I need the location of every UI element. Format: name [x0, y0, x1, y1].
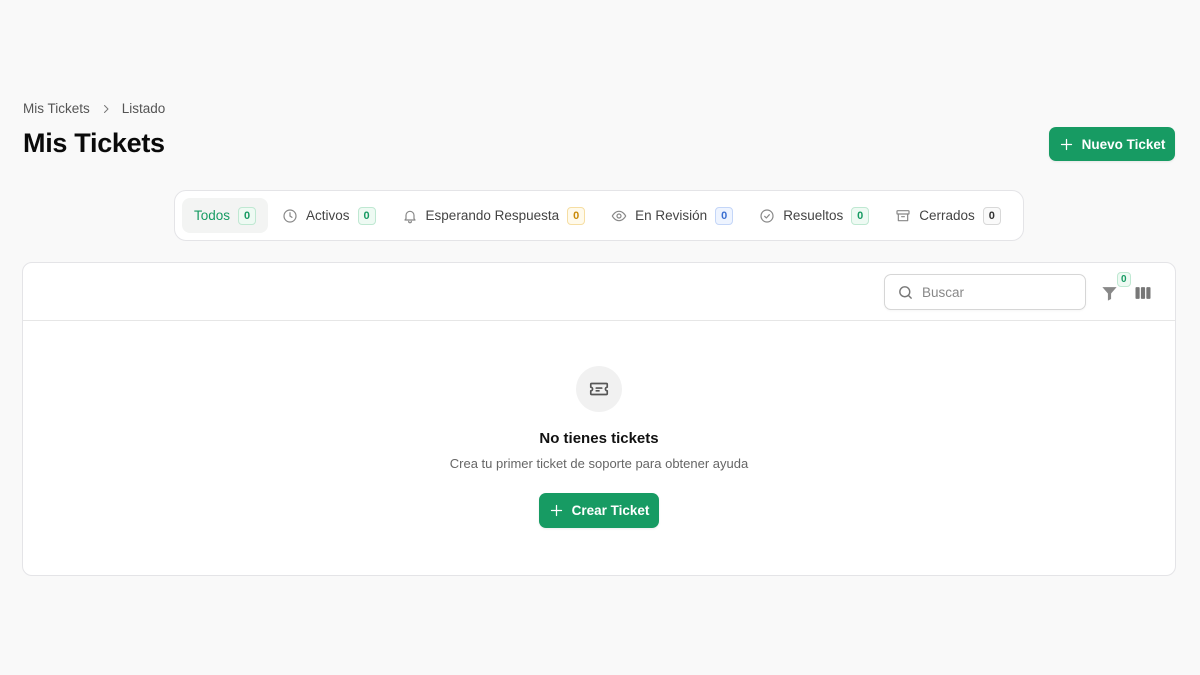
- archive-icon: [896, 209, 910, 221]
- empty-state-subtitle: Crea tu primer ticket de soporte para ob…: [449, 456, 749, 471]
- create-ticket-label: Crear Ticket: [571, 503, 650, 518]
- columns-icon: [1135, 287, 1151, 299]
- tab-count-badge: 0: [982, 206, 1001, 225]
- new-ticket-label: Nuevo Ticket: [1081, 136, 1166, 152]
- tab-label: Esperando Respuesta: [425, 208, 560, 223]
- tab-label: Activos: [306, 208, 350, 223]
- breadcrumb: Mis Tickets Listado: [23, 101, 165, 116]
- status-tabs: Todos 0 Activos 0 Esperando Respuesta 0 …: [174, 190, 1024, 241]
- tab-count-badge: 0: [851, 206, 870, 225]
- tab-count-badge: 0: [357, 206, 376, 225]
- check-circle-icon: [760, 208, 774, 223]
- plus-icon: [550, 504, 562, 517]
- filter-button[interactable]: 0: [1099, 272, 1131, 304]
- tab-todos[interactable]: Todos 0: [182, 198, 269, 233]
- eye-icon: [611, 210, 627, 221]
- tab-count-badge: 0: [715, 206, 734, 225]
- tab-label: En Revisión: [635, 208, 708, 223]
- tab-count-badge: 0: [567, 206, 586, 225]
- empty-state-title: No tienes tickets: [539, 430, 659, 447]
- empty-state-icon-wrapper: [576, 366, 622, 412]
- page-title: Mis Tickets: [23, 128, 165, 158]
- filter-icon: [1102, 287, 1117, 301]
- create-ticket-button[interactable]: Crear Ticket: [539, 493, 659, 528]
- chevron-right-icon: [103, 104, 109, 113]
- tab-label: Resueltos: [783, 208, 844, 223]
- tab-count-badge: 0: [238, 206, 257, 225]
- new-ticket-button[interactable]: Nuevo Ticket: [1049, 127, 1175, 161]
- tab-cerrados[interactable]: Cerrados 0: [883, 198, 1013, 233]
- ticket-icon: [589, 382, 609, 396]
- clock-icon: [283, 208, 297, 223]
- bell-icon: [403, 210, 416, 223]
- tab-en-revision[interactable]: En Revisión 0: [599, 198, 745, 233]
- breadcrumb-mis-tickets[interactable]: Mis Tickets: [23, 101, 90, 116]
- tab-activos[interactable]: Activos 0: [270, 198, 388, 233]
- tickets-panel: 0 No tienes tickets Crea tu primer ticke…: [22, 262, 1176, 576]
- breadcrumb-current: Listado: [121, 101, 166, 116]
- plus-icon: [1060, 138, 1072, 150]
- tab-label: Todos: [194, 208, 231, 223]
- search-input[interactable]: [922, 284, 1072, 300]
- tab-esperando-respuesta[interactable]: Esperando Respuesta 0: [390, 198, 598, 233]
- search-box[interactable]: [884, 274, 1086, 310]
- filter-count-badge: 0: [1117, 272, 1131, 287]
- tab-resueltos[interactable]: Resueltos 0: [747, 198, 881, 233]
- empty-state: No tienes tickets Crea tu primer ticket …: [23, 321, 1175, 576]
- search-icon: [899, 285, 912, 299]
- columns-toggle-button[interactable]: [1133, 283, 1153, 303]
- tab-label: Cerrados: [919, 208, 975, 223]
- table-toolbar: 0: [23, 263, 1175, 321]
